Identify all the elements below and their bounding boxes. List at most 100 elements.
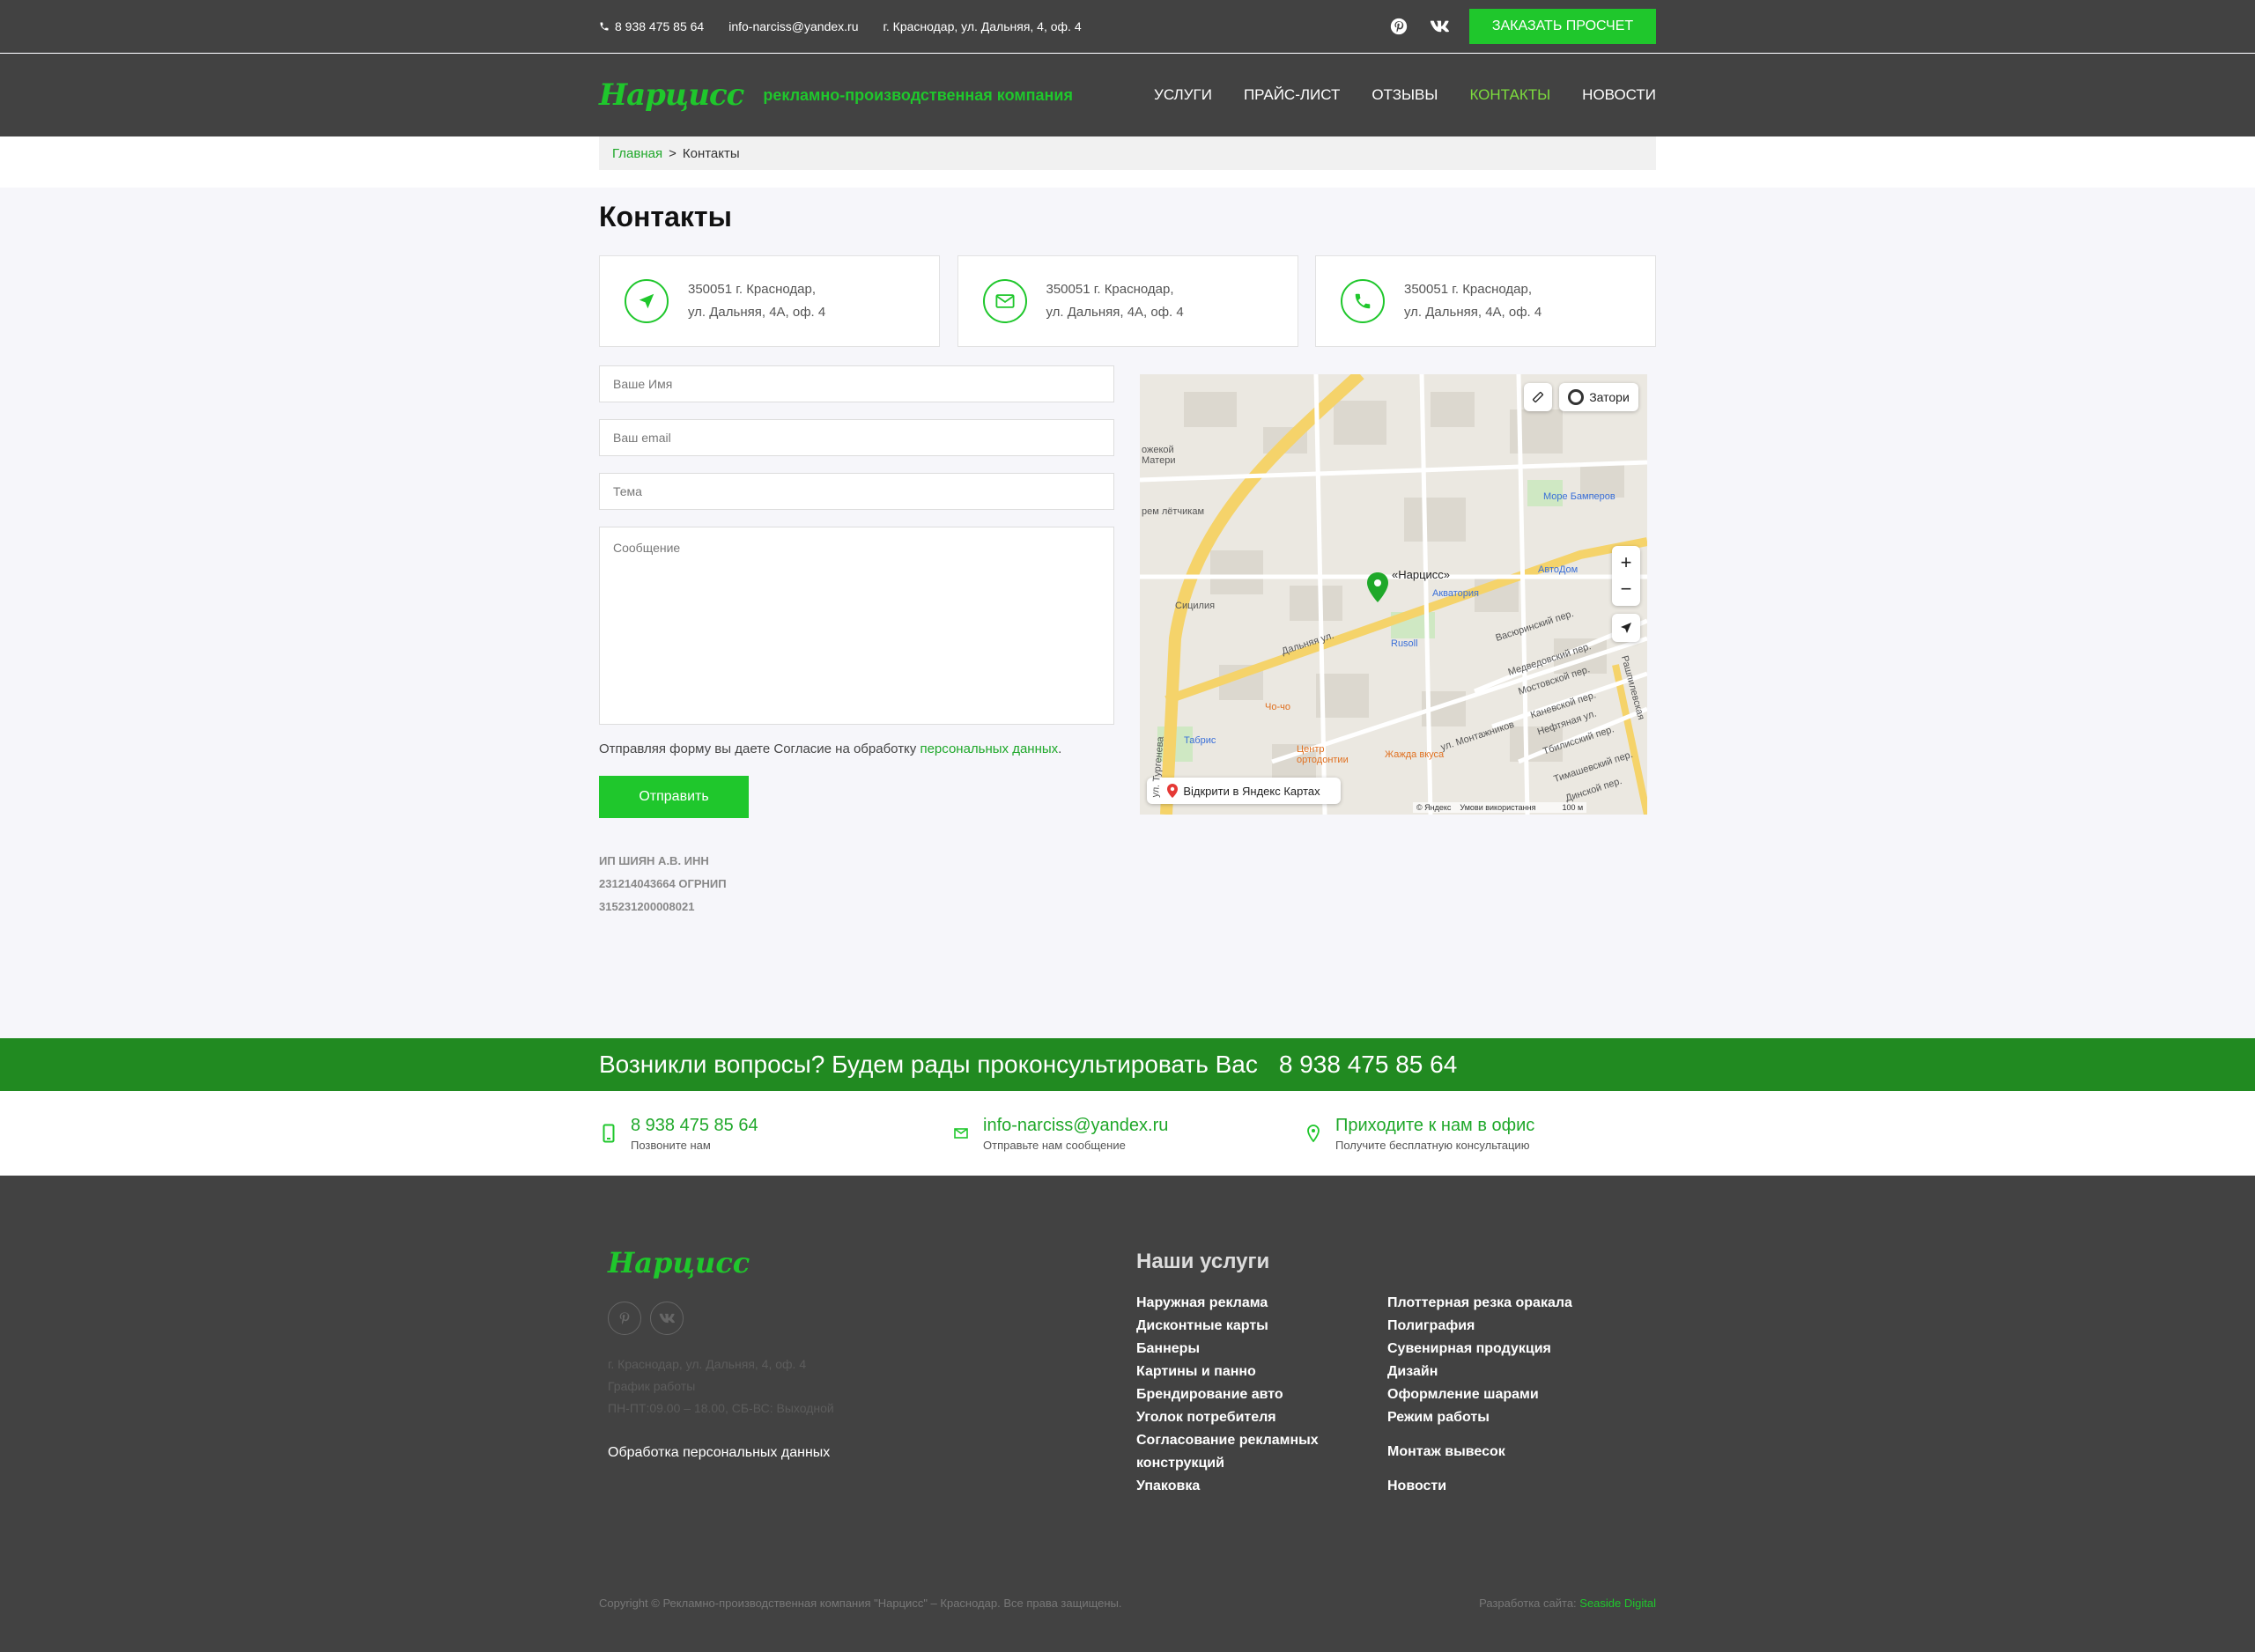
nav-contacts[interactable]: КОНТАКТЫ xyxy=(1469,86,1550,104)
contact-item-sub: Позвоните нам xyxy=(631,1138,711,1152)
mobile-icon xyxy=(599,1124,618,1143)
breadcrumb-strip: Главная > Контакты xyxy=(0,136,2255,188)
contact-item-office[interactable]: Приходите к нам в офис Получите бесплатну… xyxy=(1304,1116,1656,1152)
footer-logo[interactable]: Нарцисс xyxy=(608,1246,750,1280)
card-line: 350051 г. Краснодар, xyxy=(1404,282,1533,297)
pinterest-icon[interactable] xyxy=(1388,16,1409,37)
map-label: Табрис xyxy=(1184,735,1216,746)
card-line: 350051 г. Краснодар, xyxy=(1046,282,1174,297)
footer-dev-label: Разработка сайта: xyxy=(1479,1597,1580,1610)
open-in-yandex-label: Відкрити в Яндекс Картах xyxy=(1183,784,1320,798)
submit-button[interactable]: Отправить xyxy=(599,776,749,818)
breadcrumb: Главная > Контакты xyxy=(599,136,1656,170)
contact-item-title: info-narciss@yandex.ru xyxy=(983,1115,1169,1135)
cta-phone[interactable]: 8 938 475 85 64 xyxy=(1279,1051,1457,1079)
privacy-link[interactable]: персональных данных xyxy=(920,741,1058,756)
top-email[interactable]: info-narciss@yandex.ru xyxy=(728,19,858,33)
zoom-in-button[interactable]: + xyxy=(1621,549,1632,576)
contact-card-phone: 350051 г. Краснодар, ул. Дальняя, 4А, оф.… xyxy=(1315,255,1656,347)
top-address: г. Краснодар, ул. Дальняя, 4, оф. 4 xyxy=(884,19,1082,33)
nav-reviews[interactable]: ОТЗЫВЫ xyxy=(1371,86,1438,104)
footer-copyright: Copyright © Рекламно-производственная ко… xyxy=(599,1597,1122,1610)
nav-services[interactable]: УСЛУГИ xyxy=(1154,86,1212,104)
footer-privacy-link[interactable]: Обработка персональных данных xyxy=(608,1445,830,1461)
top-email-text: info-narciss@yandex.ru xyxy=(728,19,859,33)
subject-input[interactable]: Тема xyxy=(599,473,1114,510)
vk-icon[interactable] xyxy=(650,1302,684,1335)
phone-icon xyxy=(1341,279,1385,323)
footer-services-col-1: Наружная реклама Дисконтные карты Баннер… xyxy=(1136,1292,1365,1498)
legal-line: 231214043664 ОГРНИП xyxy=(599,877,727,890)
footer-services-title: Наши услуги xyxy=(1136,1250,1270,1273)
yandex-map[interactable]: Затори + − Відкрити в Яндекс Картах «Нар… xyxy=(1140,374,1647,815)
map-place-label[interactable]: «Нарцисс» xyxy=(1392,568,1450,581)
map-label: Rusoll xyxy=(1391,638,1418,649)
contact-item-phone[interactable]: 8 938 475 85 64 Позвоните нам xyxy=(599,1116,951,1152)
geolocation-button[interactable] xyxy=(1612,614,1640,642)
zoom-out-button[interactable]: − xyxy=(1621,576,1632,602)
footer-schedule-title: График работы xyxy=(608,1379,696,1393)
traffic-button[interactable]: Затори xyxy=(1559,383,1638,411)
map-copyright[interactable]: © Яндекс xyxy=(1416,803,1451,812)
footer-dev-link[interactable]: Seaside Digital xyxy=(1579,1597,1656,1610)
footer-service-link[interactable]: Дисконтные карты xyxy=(1136,1315,1365,1338)
map-label: ожекой Матери xyxy=(1142,445,1176,466)
breadcrumb-separator: > xyxy=(669,145,676,161)
map-label: Чо-чо xyxy=(1265,702,1290,712)
map-label: Море Бамперов xyxy=(1543,491,1615,502)
traffic-icon xyxy=(1568,389,1585,405)
map-terms-link[interactable]: Умови використання xyxy=(1460,803,1535,812)
footer-service-link[interactable]: Баннеры xyxy=(1136,1338,1365,1361)
consent-text-end: . xyxy=(1058,741,1062,756)
contact-item-title: Приходите к нам в офис xyxy=(1335,1115,1535,1135)
site-logo[interactable]: Нарцисс xyxy=(599,77,744,113)
ruler-button[interactable] xyxy=(1524,383,1552,411)
top-phone[interactable]: 8 938 475 85 64 xyxy=(599,19,704,33)
footer-service-link[interactable]: Дизайн xyxy=(1387,1361,1652,1383)
ruler-icon xyxy=(1532,391,1544,403)
footer-service-link[interactable]: Сувенирная продукция xyxy=(1387,1338,1652,1361)
top-phone-text: 8 938 475 85 64 xyxy=(615,19,705,33)
site-footer: Нарцисс г. Краснодар, ул. Дальняя, 4, оф… xyxy=(0,1176,2255,1652)
email-input[interactable]: Ваш email xyxy=(599,419,1114,456)
contact-cards: 350051 г. Краснодар, ул. Дальняя, 4А, оф.… xyxy=(599,255,1656,347)
top-bar: 8 938 475 85 64 info-narciss@yandex.ru г… xyxy=(0,0,2255,53)
vk-icon[interactable] xyxy=(1429,16,1450,37)
nav-news[interactable]: НОВОСТИ xyxy=(1582,86,1656,104)
footer-info: г. Краснодар, ул. Дальняя, 4, оф. 4 Граф… xyxy=(608,1353,834,1420)
footer-service-link[interactable]: Плоттерная резка оракала xyxy=(1387,1292,1652,1315)
zoom-controls: + − xyxy=(1612,546,1640,606)
footer-service-link[interactable]: Упаковка xyxy=(1136,1475,1365,1498)
footer-service-link[interactable]: Согласование рекламных xyxy=(1136,1429,1365,1452)
card-line: ул. Дальняя, 4А, оф. 4 xyxy=(688,305,826,320)
footer-service-link[interactable]: Оформление шарами xyxy=(1387,1383,1652,1406)
company-legal-info: ИП ШИЯН А.В. ИНН 231214043664 ОГРНИП 315… xyxy=(599,850,1114,918)
footer-service-link[interactable]: Монтаж вывесок xyxy=(1387,1441,1652,1464)
nav-price-list[interactable]: ПРАЙС-ЛИСТ xyxy=(1244,86,1340,104)
legal-line: ИП ШИЯН А.В. ИНН xyxy=(599,854,709,867)
footer-service-link[interactable]: Режим работы xyxy=(1387,1406,1652,1429)
contact-item-sub: Отправьте нам сообщение xyxy=(983,1138,1126,1152)
traffic-label: Затори xyxy=(1589,390,1630,404)
pinterest-icon[interactable] xyxy=(608,1302,641,1335)
name-input[interactable]: Ваше Имя xyxy=(599,365,1114,402)
map-label: Центр ортодонтии xyxy=(1297,744,1349,765)
footer-service-link[interactable]: Наружная реклама xyxy=(1136,1292,1365,1315)
footer-spacer xyxy=(1387,1464,1652,1475)
contact-item-email[interactable]: info-narciss@yandex.ru Отправьте нам сооб… xyxy=(951,1116,1304,1152)
footer-service-link[interactable]: Картины и панно xyxy=(1136,1361,1365,1383)
footer-service-link[interactable]: Брендирование авто xyxy=(1136,1383,1365,1406)
footer-service-link[interactable]: Новости xyxy=(1387,1475,1652,1498)
footer-service-link[interactable]: конструкций xyxy=(1136,1452,1365,1475)
footer-service-link[interactable]: Уголок потребителя xyxy=(1136,1406,1365,1429)
footer-social xyxy=(608,1302,692,1335)
breadcrumb-home[interactable]: Главная xyxy=(612,146,662,161)
footer-service-link[interactable]: Полиграфия xyxy=(1387,1315,1652,1338)
map-label: Акватория xyxy=(1432,588,1479,599)
footer-developer: Разработка сайта: Seaside Digital xyxy=(1479,1597,1656,1610)
order-estimate-button[interactable]: ЗАКАЗАТЬ ПРОСЧЕТ xyxy=(1469,9,1656,44)
message-textarea[interactable]: Сообщение xyxy=(599,527,1114,725)
open-in-yandex-button[interactable]: Відкрити в Яндекс Картах xyxy=(1147,778,1341,804)
red-pin-icon xyxy=(1167,784,1179,798)
footer-spacer xyxy=(1387,1429,1652,1441)
